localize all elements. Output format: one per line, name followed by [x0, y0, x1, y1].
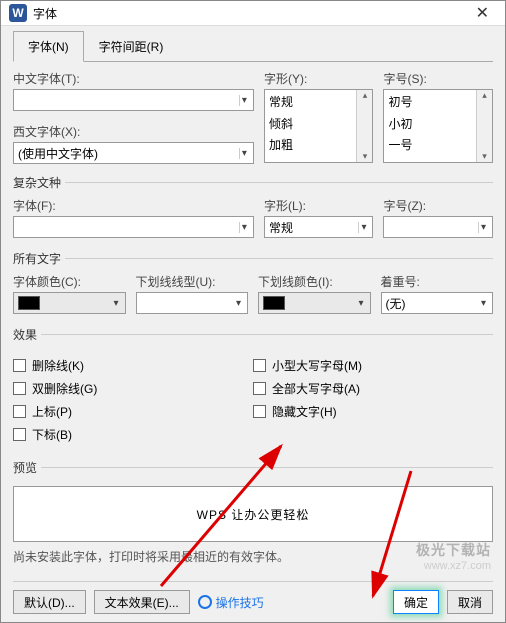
check-hidden[interactable]: 隐藏文字(H)	[253, 403, 493, 420]
label-fontF: 字体(F):	[13, 197, 254, 214]
legend-complex: 复杂文种	[13, 174, 65, 191]
chevron-down-icon: ▾	[239, 95, 249, 106]
chevron-down-icon: ▾	[107, 298, 124, 309]
check-smallcaps[interactable]: 小型大写字母(M)	[253, 357, 493, 374]
checkbox-icon	[253, 382, 266, 395]
combo-emphasis-value: (无)	[382, 295, 410, 312]
app-icon: W	[9, 4, 27, 22]
tab-strip: 字体(N) 字符间距(R)	[13, 30, 493, 62]
combo-cnfont[interactable]: ▾	[13, 89, 254, 111]
combo-emphasis[interactable]: (无) ▾	[381, 292, 494, 314]
close-icon[interactable]: ✕	[468, 3, 497, 23]
check-label: 全部大写字母(A)	[272, 380, 360, 397]
label-fontcolor: 字体颜色(C):	[13, 273, 126, 290]
list-item[interactable]: 加粗	[269, 135, 353, 157]
legend-effects: 效果	[13, 326, 41, 343]
info-icon	[198, 595, 212, 609]
check-strike[interactable]: 删除线(K)	[13, 357, 253, 374]
label-underline: 下划线线型(U):	[136, 273, 249, 290]
legend-alltext: 所有文字	[13, 250, 65, 267]
listbox-size[interactable]: 初号 小初 一号	[383, 89, 493, 163]
preview-box: WPS 让办公更轻松	[13, 486, 493, 542]
checkbox-icon	[13, 405, 26, 418]
label-ulcolor: 下划线颜色(I):	[258, 273, 371, 290]
chevron-down-icon: ▾	[352, 298, 369, 309]
list-item[interactable]: 初号	[388, 92, 472, 114]
list-item[interactable]: 一号	[388, 135, 472, 157]
list-item[interactable]: 常规	[269, 92, 353, 114]
check-label: 下标(B)	[32, 426, 72, 443]
label-sizeZ: 字号(Z):	[383, 197, 493, 214]
chevron-down-icon: ▾	[478, 222, 488, 233]
chevron-down-icon: ▾	[475, 298, 492, 309]
checkbox-icon	[13, 428, 26, 441]
chevron-down-icon: ▾	[230, 298, 247, 309]
list-item[interactable]: 倾斜	[269, 114, 353, 136]
default-button[interactable]: 默认(D)...	[13, 590, 86, 614]
check-sub[interactable]: 下标(B)	[13, 426, 253, 443]
check-label: 删除线(K)	[32, 357, 84, 374]
text-effect-button[interactable]: 文本效果(E)...	[94, 590, 190, 614]
combo-styleL[interactable]: 常规 ▾	[264, 216, 374, 238]
checkbox-icon	[253, 359, 266, 372]
label-cnfont: 中文字体(T):	[13, 70, 254, 87]
tips-link[interactable]: 操作技巧	[198, 594, 264, 611]
hint-text: 尚未安装此字体，打印时将采用最相近的有效字体。	[13, 548, 493, 565]
checkbox-icon	[13, 359, 26, 372]
group-alltext: 所有文字 字体颜色(C): ▾ 下划线线型(U): ▾ 下划线颜色(I): ▾ …	[13, 250, 493, 318]
tab-spacing[interactable]: 字符间距(R)	[84, 31, 179, 62]
combo-sizeZ[interactable]: ▾	[383, 216, 493, 238]
tab-font[interactable]: 字体(N)	[13, 31, 84, 62]
scrollbar[interactable]	[476, 90, 492, 162]
label-size: 字号(S):	[383, 70, 493, 87]
check-allcaps[interactable]: 全部大写字母(A)	[253, 380, 493, 397]
check-label: 双删除线(G)	[32, 380, 97, 397]
combo-fontF[interactable]: ▾	[13, 216, 254, 238]
scrollbar[interactable]	[356, 90, 372, 162]
check-sup[interactable]: 上标(P)	[13, 403, 253, 420]
window-title: 字体	[33, 5, 468, 22]
combo-underline[interactable]: ▾	[136, 292, 249, 314]
check-dblstrike[interactable]: 双删除线(G)	[13, 380, 253, 397]
chevron-down-icon: ▾	[239, 222, 249, 233]
cancel-button[interactable]: 取消	[447, 590, 493, 614]
group-complex: 复杂文种 字体(F): ▾ 字形(L): 常规 ▾ 字号(Z): ▾	[13, 174, 493, 242]
list-item[interactable]: 小初	[388, 114, 472, 136]
row-main-font: 中文字体(T): ▾ 西文字体(X): (使用中文字体) ▾ 字形(Y): 常规 …	[13, 70, 493, 164]
titlebar: W 字体 ✕	[1, 1, 505, 26]
checkbox-icon	[253, 405, 266, 418]
combo-ulcolor[interactable]: ▾	[258, 292, 371, 314]
check-label: 隐藏文字(H)	[272, 403, 337, 420]
label-style: 字形(Y):	[264, 70, 374, 87]
label-wfont: 西文字体(X):	[13, 123, 254, 140]
group-effects: 效果 删除线(K) 双删除线(G) 上标(P) 下标(B) 小型大写字母(M) …	[13, 326, 493, 451]
color-swatch-icon	[263, 296, 285, 310]
check-label: 小型大写字母(M)	[272, 357, 362, 374]
group-preview: 预览 WPS 让办公更轻松 尚未安装此字体，打印时将采用最相近的有效字体。	[13, 459, 493, 579]
chevron-down-icon: ▾	[239, 148, 249, 159]
button-row: 默认(D)... 文本效果(E)... 操作技巧 确定 取消	[13, 581, 493, 614]
tips-label: 操作技巧	[216, 594, 264, 611]
label-emphasis: 着重号:	[381, 273, 494, 290]
combo-wfont[interactable]: (使用中文字体) ▾	[13, 142, 254, 164]
chevron-down-icon: ▾	[358, 222, 368, 233]
combo-fontcolor[interactable]: ▾	[13, 292, 126, 314]
label-styleL: 字形(L):	[264, 197, 374, 214]
checkbox-icon	[13, 382, 26, 395]
dialog-content: 字体(N) 字符间距(R) 中文字体(T): ▾ 西文字体(X): (使用中文字…	[1, 26, 505, 622]
ok-button[interactable]: 确定	[393, 590, 439, 614]
combo-wfont-value: (使用中文字体)	[18, 145, 98, 162]
legend-preview: 预览	[13, 459, 41, 476]
check-label: 上标(P)	[32, 403, 72, 420]
preview-text: WPS 让办公更轻松	[197, 506, 310, 523]
color-swatch-icon	[18, 296, 40, 310]
listbox-style[interactable]: 常规 倾斜 加粗	[264, 89, 374, 163]
combo-styleL-value: 常规	[269, 219, 293, 236]
